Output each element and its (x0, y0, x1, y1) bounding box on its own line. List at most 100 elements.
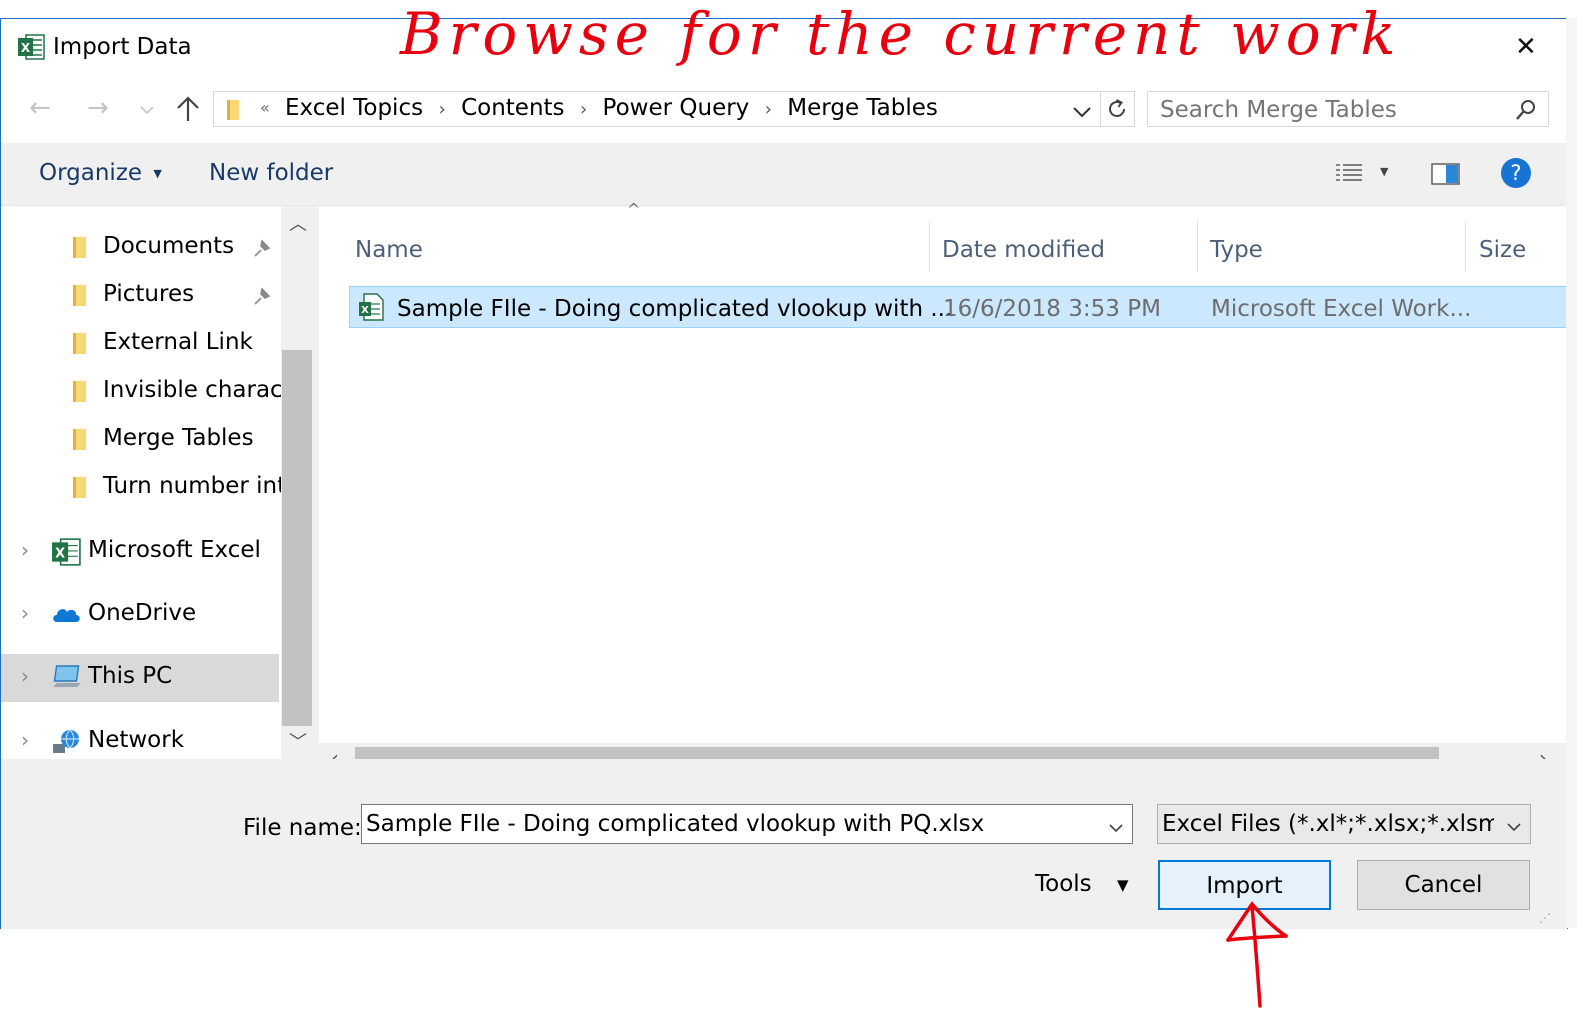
sidebar-item-label: Invisible characte (103, 377, 306, 403)
expand-chevron-icon[interactable]: › (21, 664, 29, 688)
new-folder-button[interactable]: New folder (209, 160, 333, 186)
sidebar-item-label: Documents (103, 233, 235, 259)
column-divider[interactable] (1197, 222, 1198, 272)
column-header-type[interactable]: Type (1210, 237, 1263, 263)
scroll-thumb[interactable] (282, 350, 312, 726)
folder-icon (71, 476, 86, 498)
search-box[interactable] (1147, 91, 1549, 127)
column-header-name[interactable]: Name (355, 237, 423, 263)
sidebar-item-quick-access[interactable]: Turn number int (1, 464, 286, 510)
svg-text:X: X (361, 305, 369, 316)
scroll-down-icon[interactable]: ﹀ (289, 728, 307, 754)
window-title: Import Data (53, 34, 192, 60)
sidebar-item-location[interactable]: › X Microsoft Excel (1, 528, 279, 576)
folder-icon (71, 428, 86, 450)
expand-chevron-icon[interactable]: › (21, 728, 29, 752)
forward-arrow-icon[interactable]: → (87, 93, 109, 123)
resize-grip-icon[interactable]: ⋰ (1539, 911, 1551, 925)
folder-icon (224, 98, 242, 122)
file-name-cell: Sample FIle - Doing complicated vlookup … (397, 296, 953, 322)
sidebar-item-location[interactable]: › This PC (1, 654, 279, 702)
breadcrumb-item[interactable]: Contents (461, 95, 564, 121)
breadcrumb-item[interactable]: Power Query (603, 95, 750, 121)
folder-icon (71, 332, 86, 354)
folder-icon (71, 236, 86, 258)
sidebar-item-quick-access[interactable]: Documents (1, 224, 279, 270)
sidebar-item-quick-access[interactable]: Pictures (1, 272, 279, 318)
excel-file-icon: X (358, 293, 384, 321)
file-name-combobox[interactable]: Sample FIle - Doing complicated vlookup … (361, 804, 1133, 844)
help-glyph: ? (1510, 161, 1522, 185)
pin-icon[interactable] (251, 286, 273, 308)
sidebar-item-label: Network (88, 727, 185, 753)
refresh-icon[interactable] (1105, 97, 1129, 121)
table-row[interactable]: X Sample FIle - Doing complicated vlooku… (349, 286, 1567, 328)
file-type-cell: Microsoft Excel Work... (1211, 296, 1472, 322)
tools-dropdown-icon: ▼ (1116, 875, 1129, 894)
tools-label: Tools (1035, 871, 1092, 897)
sidebar-item-quick-access[interactable]: Merge Tables (1, 416, 279, 462)
file-name-label: File name: (243, 815, 362, 841)
search-input[interactable] (1158, 95, 1502, 125)
sidebar-item-location[interactable]: › OneDrive (1, 591, 279, 639)
background-window-edge (1566, 18, 1577, 928)
file-date-cell: 16/6/2018 3:53 PM (943, 296, 1161, 322)
column-header-date-modified[interactable]: Date modified (942, 237, 1105, 263)
up-arrow-icon[interactable] (173, 94, 203, 124)
close-icon[interactable]: ✕ (1515, 32, 1537, 62)
svg-text:X: X (55, 546, 65, 561)
navigation-bar: ← → « Excel Topics › Contents › Power Query ›… (1, 81, 1567, 143)
help-icon[interactable]: ? (1501, 158, 1531, 188)
column-header-size[interactable]: Size (1479, 237, 1526, 263)
view-details-icon[interactable] (1334, 162, 1364, 186)
column-divider[interactable] (1465, 222, 1466, 272)
file-type-select[interactable]: Excel Files (*.xl*;*.xlsx;*.xlsm;*.xls (1157, 804, 1531, 844)
breadcrumb-overflow[interactable]: « (260, 98, 270, 117)
sidebar-item-quick-access[interactable]: Invisible characte (1, 368, 306, 414)
recent-locations-chevron-icon[interactable] (139, 101, 155, 115)
excel-icon: X (51, 537, 83, 567)
preview-pane-icon[interactable] (1431, 162, 1461, 186)
svg-text:X: X (21, 41, 31, 55)
file-type-value: Excel Files (*.xl*;*.xlsx;*.xlsm;*.xls (1162, 811, 1531, 837)
cancel-button[interactable]: Cancel (1357, 860, 1530, 910)
command-bar: Organize ▼ New folder ▼ ? (1, 143, 1567, 206)
computer-icon (51, 663, 83, 693)
expand-chevron-icon[interactable]: › (21, 538, 29, 562)
sidebar-item-label: Merge Tables (103, 425, 254, 451)
organize-button[interactable]: Organize ▼ (39, 160, 162, 186)
sidebar-item-quick-access[interactable]: External Link (1, 320, 279, 366)
file-type-dropdown-chevron-icon[interactable] (1506, 818, 1522, 832)
back-arrow-icon[interactable]: ← (29, 93, 51, 123)
file-name-dropdown-chevron-icon[interactable] (1108, 819, 1124, 833)
file-type-dropdown-area[interactable] (1494, 805, 1530, 843)
search-icon[interactable] (1514, 98, 1538, 122)
pin-icon[interactable] (251, 238, 273, 260)
expand-chevron-icon[interactable]: › (21, 601, 29, 625)
address-dropdown-chevron-icon[interactable] (1072, 104, 1092, 118)
handwritten-annotation: Browse for the current work (400, 0, 1402, 90)
excel-app-icon: X (17, 33, 45, 61)
navigation-pane: Documents Pictures External Link Invisible … (1, 206, 313, 759)
breadcrumb-item[interactable]: Merge Tables (787, 95, 938, 121)
file-name-input[interactable]: Sample FIle - Doing complicated vlookup … (366, 811, 984, 837)
dialog-footer: File name: Sample FIle - Doing complicat… (1, 759, 1567, 929)
breadcrumb-separator-icon[interactable]: › (749, 99, 787, 120)
view-options-dropdown-icon[interactable]: ▼ (1380, 165, 1388, 178)
import-data-dialog: X Import Data ✕ ← → « Excel Topics › Conte… (0, 18, 1568, 929)
annotation-text: Browse for the current work (400, 0, 1402, 68)
column-divider[interactable] (929, 222, 930, 272)
breadcrumb-separator-icon[interactable]: › (565, 99, 603, 120)
sidebar-item-label: Pictures (103, 281, 195, 307)
organize-dropdown-icon: ▼ (153, 167, 162, 180)
scroll-up-icon[interactable]: ︿ (289, 210, 307, 236)
navigation-scrollbar[interactable]: ︿ ﹀ (281, 206, 313, 759)
address-divider (1100, 92, 1101, 126)
tools-button[interactable]: Tools ▼ (1035, 871, 1129, 897)
onedrive-cloud-icon (51, 600, 83, 630)
breadcrumb-separator-icon[interactable]: › (423, 99, 461, 120)
folder-icon (71, 380, 86, 402)
address-box[interactable]: « Excel Topics › Contents › Power Query › Merg… (213, 91, 1135, 127)
organize-label: Organize (39, 160, 143, 186)
breadcrumb-item[interactable]: Excel Topics (285, 95, 423, 121)
